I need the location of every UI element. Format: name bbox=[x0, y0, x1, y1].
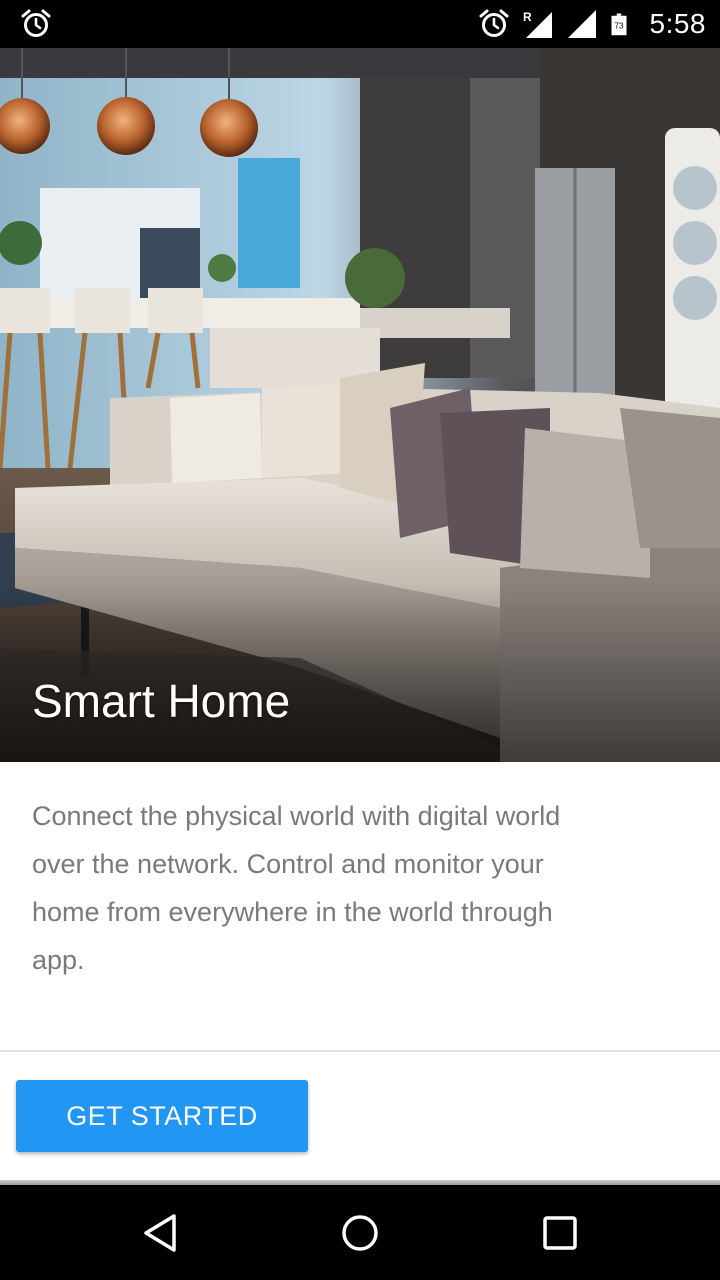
signal-roaming-icon: R bbox=[523, 10, 552, 38]
get-started-button[interactable]: GET STARTED bbox=[16, 1080, 308, 1152]
divider bbox=[0, 1050, 720, 1052]
alarm-icon bbox=[479, 9, 508, 37]
description-text: Connect the physical world with digital … bbox=[32, 801, 561, 975]
battery-level: 73 bbox=[614, 22, 624, 31]
hero-title: Smart Home bbox=[32, 675, 291, 727]
back-icon[interactable] bbox=[136, 1209, 184, 1257]
living-room-photo bbox=[0, 48, 720, 762]
status-icons: R 73 5:58 bbox=[478, 0, 707, 48]
status-time: 5:58 bbox=[649, 8, 706, 39]
recents-icon[interactable] bbox=[536, 1209, 584, 1257]
alarm-icon bbox=[21, 9, 51, 37]
battery-icon: 73 bbox=[611, 13, 626, 36]
navigation-bar bbox=[0, 1185, 720, 1280]
roaming-label: R bbox=[523, 10, 532, 24]
status-bar: R 73 5:58 bbox=[0, 0, 720, 48]
signal-icon bbox=[567, 10, 596, 38]
hero-image: Smart Home bbox=[0, 48, 720, 762]
feature-card: Smart Home Connect the physical world wi… bbox=[0, 48, 720, 1181]
home-icon[interactable] bbox=[336, 1209, 384, 1257]
